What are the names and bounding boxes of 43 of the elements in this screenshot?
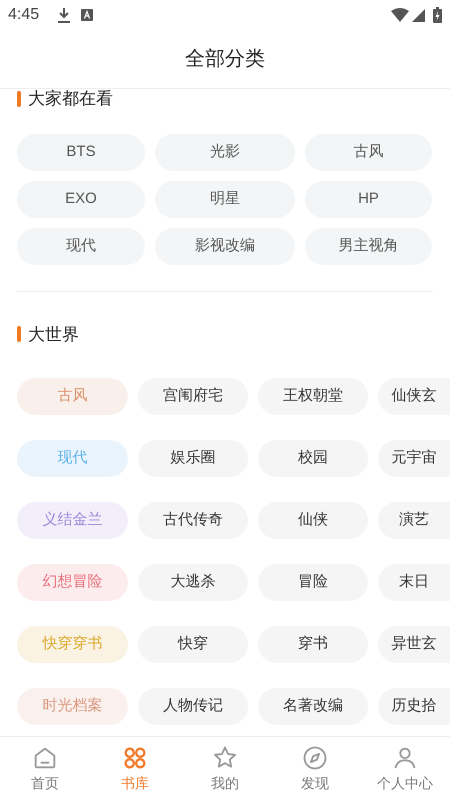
tag-chip[interactable]: EXO <box>17 180 145 218</box>
app-notification-icon <box>81 9 94 21</box>
download-icon <box>57 7 72 23</box>
tag-chip[interactable]: 演艺 <box>378 502 450 539</box>
nav-tab[interactable]: 我的 <box>180 737 270 800</box>
tag-chip[interactable]: 末日 <box>378 564 450 601</box>
tag-chip[interactable]: 校园 <box>258 440 368 477</box>
status-time: 4:45 <box>8 5 40 25</box>
accent-bar <box>17 90 21 107</box>
tag-chip[interactable]: 穿书 <box>258 626 368 663</box>
tag-chip[interactable]: 大逃杀 <box>138 564 248 601</box>
accent-bar <box>17 326 21 342</box>
nav-tab[interactable]: 个人中心 <box>360 737 450 800</box>
section-title: 大家都在看 <box>28 89 113 110</box>
tag-chip[interactable]: 古代传奇 <box>138 502 248 539</box>
tag-chip[interactable]: 历史拾 <box>378 688 450 725</box>
tag-chip[interactable]: BTS <box>17 134 145 170</box>
tag-chip[interactable]: 古风 <box>305 134 432 170</box>
tag-chip[interactable]: 仙侠玄 <box>378 378 450 415</box>
compass-icon <box>301 744 329 772</box>
tag-chip[interactable]: 元宇宙 <box>378 440 450 477</box>
tag-chip[interactable]: HP <box>305 180 432 218</box>
section-title: 大世界 <box>28 324 79 346</box>
tag-chip[interactable]: 名著改编 <box>258 688 368 725</box>
tag-chip[interactable]: 人物传记 <box>138 688 248 725</box>
tag-chip[interactable]: 娱乐圈 <box>138 440 248 477</box>
tag-chip[interactable]: 男主视角 <box>305 228 432 264</box>
tag-chip[interactable]: 光影 <box>155 134 295 170</box>
tag-chip[interactable]: 明星 <box>155 180 295 218</box>
tag-chip[interactable]: 快穿 <box>138 626 248 663</box>
battery-icon <box>433 7 442 23</box>
tag-chip[interactable]: 影视改编 <box>155 228 295 264</box>
tag-chip[interactable]: 宫闱府宅 <box>138 378 248 415</box>
nav-tab[interactable]: 首页 <box>0 737 90 800</box>
page-title: 全部分类 <box>185 47 265 72</box>
wifi-icon <box>391 8 409 22</box>
tag-chip[interactable]: 冒险 <box>258 564 368 601</box>
nav-tab[interactable]: 发现 <box>270 737 360 800</box>
signal-icon <box>412 8 425 22</box>
tag-chip[interactable]: 异世玄 <box>378 626 450 663</box>
tag-chip[interactable]: 现代 <box>17 228 145 264</box>
tag-chip[interactable]: 仙侠 <box>258 502 368 539</box>
tag-chip[interactable]: 王权朝堂 <box>258 378 368 415</box>
